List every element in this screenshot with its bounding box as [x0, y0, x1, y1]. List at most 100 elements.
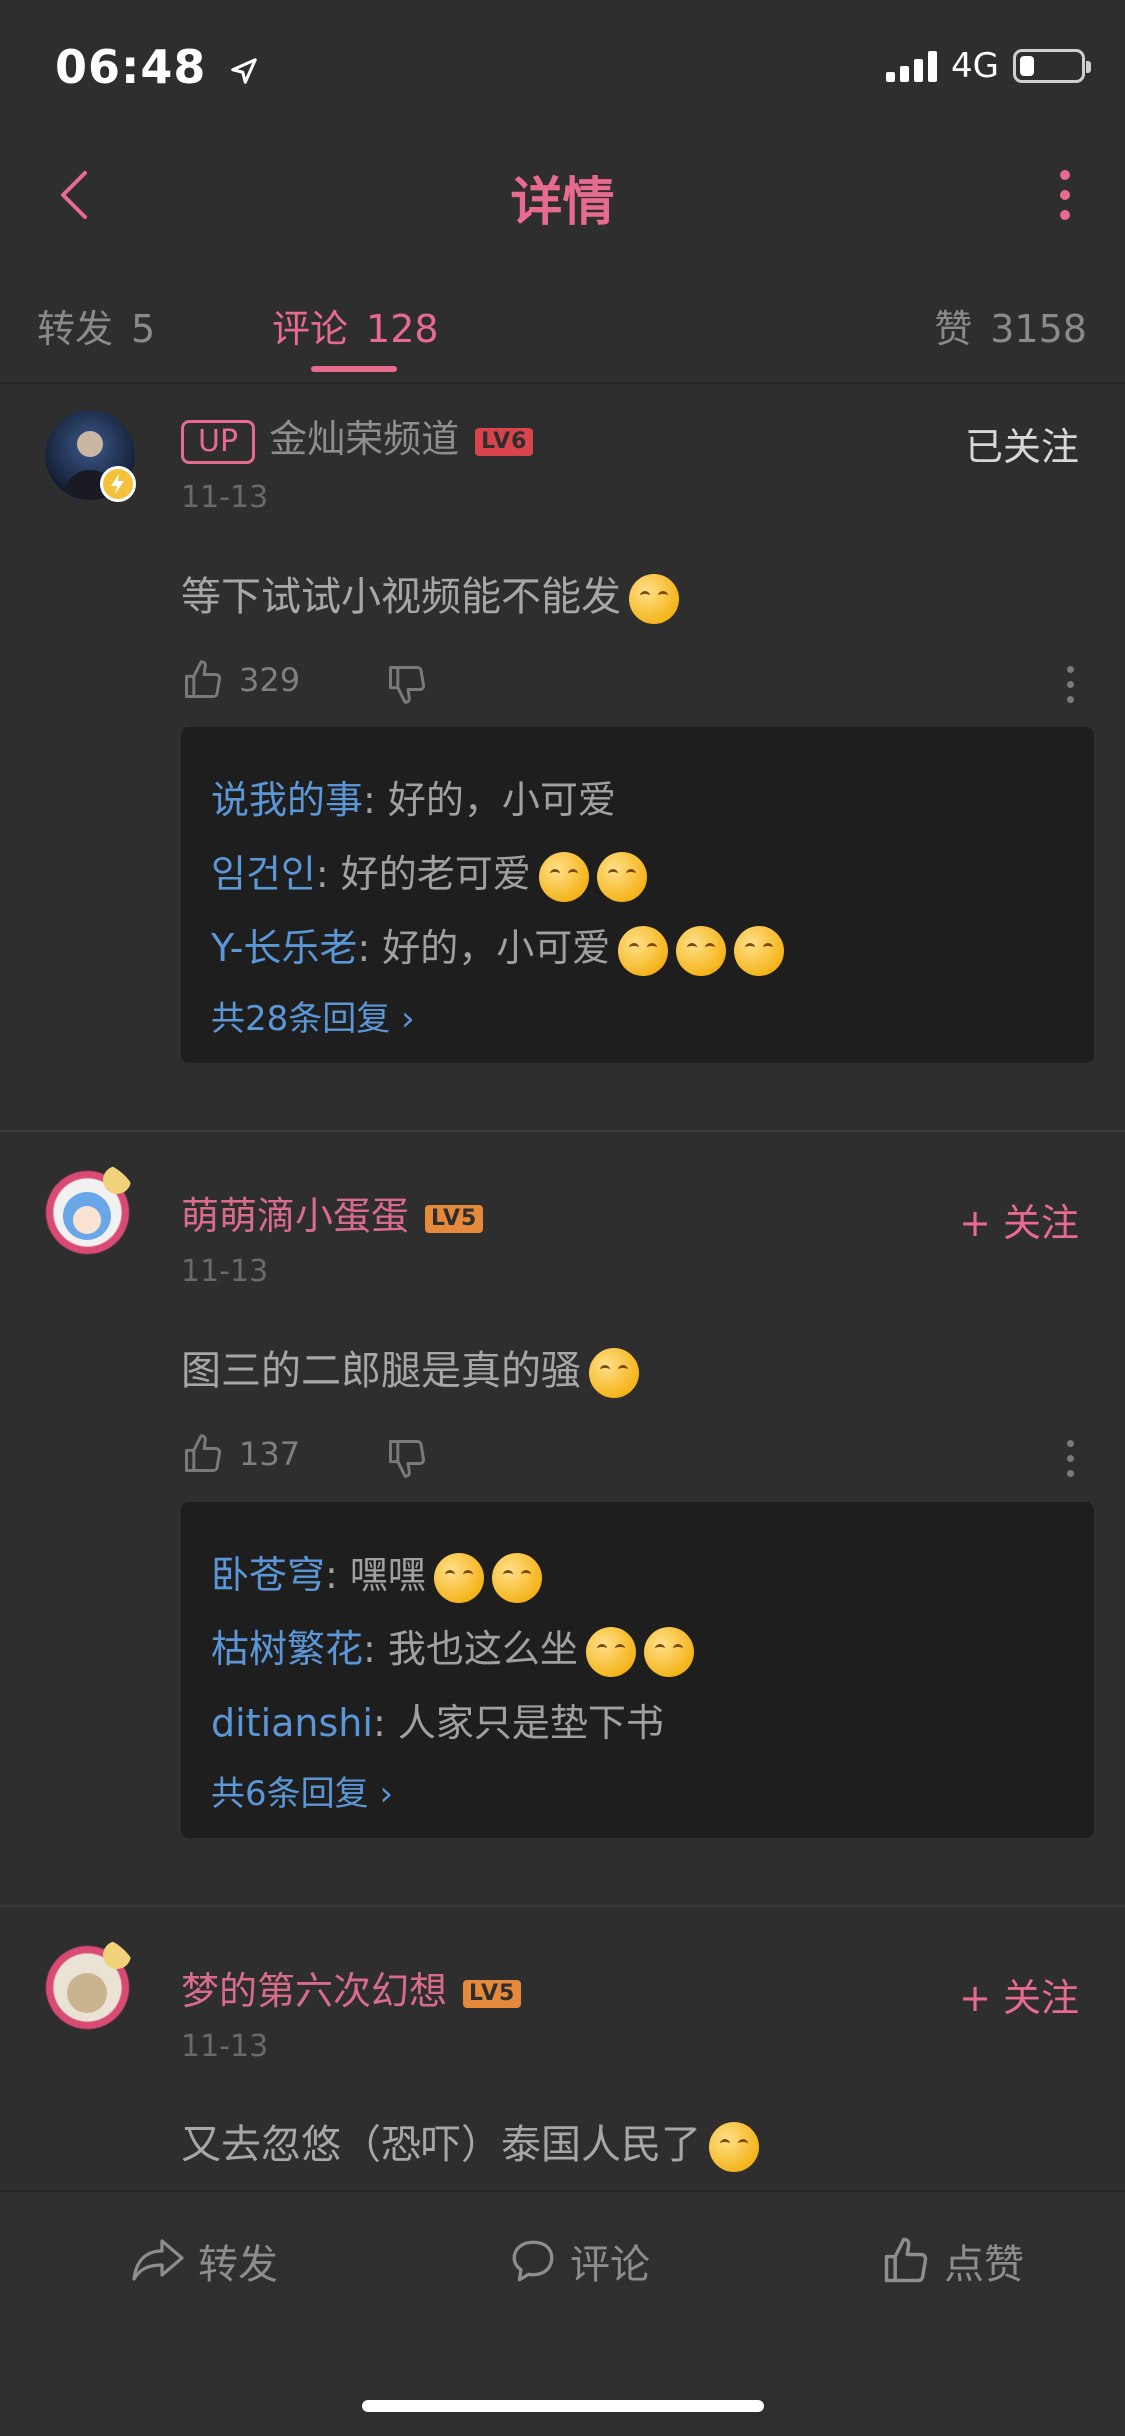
tab-repost[interactable]: 转发 5: [37, 298, 155, 353]
reply-item: Y-长乐老: 好的，小可爱: [211, 917, 785, 976]
verified-badge-icon: [100, 466, 136, 502]
emoji-icon: [433, 1552, 484, 1603]
tab-comment-label: 评论: [272, 307, 349, 351]
reply-text: : 嘿嘿: [325, 1553, 426, 1597]
reply-text: : 我也这么坐: [363, 1627, 578, 1671]
battery-icon: [1013, 49, 1091, 83]
reply-box[interactable]: 说我的事: 好的，小可爱 임건인: 好的老可爱 Y-长乐老: 好的，小可爱 共2…: [181, 727, 1094, 1063]
reply-box[interactable]: 卧苍穹: 嘿嘿 枯树繁花: 我也这么坐 ditianshi: 人家只是垫下书 共…: [181, 1502, 1094, 1838]
dislike-button[interactable]: [385, 1436, 429, 1484]
view-more-replies-link[interactable]: 共28条回复 ›: [211, 991, 415, 1040]
tab-repost-label: 转发: [37, 307, 114, 351]
anime-avatar-icon: [67, 1941, 131, 2013]
location-arrow-icon: [231, 57, 258, 84]
reply-item: 枯树繁花: 我也这么坐: [211, 1618, 694, 1677]
like-post-button[interactable]: 点赞: [880, 2232, 1024, 2290]
repost-label: 转发: [198, 2242, 278, 2288]
tab-likes-label: 赞: [934, 307, 973, 351]
like-button[interactable]: 137: [181, 1432, 300, 1476]
page-title: 详情: [510, 173, 615, 233]
comment-button[interactable]: 评论: [508, 2232, 650, 2290]
tab-likes[interactable]: 赞 3158: [934, 298, 1087, 353]
reply-item: 说我的事: 好的，小可爱: [211, 769, 616, 824]
comment-label: 评论: [570, 2242, 650, 2288]
like-count: 137: [239, 1435, 301, 1473]
comment-separator: [0, 1130, 1125, 1132]
author-name: 金灿荣频道: [269, 417, 460, 461]
status-time: 06:48: [55, 40, 259, 94]
reply-text: : 好的老可爱: [315, 852, 531, 896]
emoji-icon: [585, 1626, 636, 1677]
level-badge: LV5: [463, 1979, 522, 2008]
emoji-icon: [596, 851, 647, 902]
reply-user[interactable]: 说我的事: [211, 778, 363, 822]
tab-likes-count: 3158: [990, 307, 1087, 351]
reply-user[interactable]: Y-长乐老: [211, 926, 357, 970]
emoji-icon: [629, 574, 679, 624]
network-type: 4G: [951, 46, 999, 86]
followed-button[interactable]: 已关注: [965, 416, 1079, 471]
anime-avatar-icon: [63, 1166, 131, 1240]
comment-options-button[interactable]: [1067, 1440, 1074, 1477]
tab-active-indicator: [311, 366, 397, 372]
emoji-icon: [676, 925, 727, 976]
comment-date: 11-13: [181, 480, 269, 515]
comment-text-body: 又去忽悠（恐吓）泰国人民了: [181, 2122, 701, 2168]
like-label: 点赞: [944, 2242, 1024, 2288]
tab-comment-count: 128: [366, 307, 439, 351]
thumbs-up-icon: [185, 660, 221, 698]
comment-date: 11-13: [181, 1254, 269, 1289]
follow-button[interactable]: + 关注: [959, 1967, 1079, 2022]
emoji-icon: [618, 925, 669, 976]
avatar[interactable]: [35, 1935, 140, 2040]
avatar[interactable]: [35, 1160, 140, 1265]
emoji-icon: [589, 1348, 639, 1398]
comment-author[interactable]: UP 金灿荣频道 LV6: [181, 408, 534, 464]
home-indicator[interactable]: [362, 2400, 764, 2412]
emoji-icon: [709, 2122, 759, 2172]
up-badge: UP: [181, 419, 256, 464]
comment-text: 图三的二郎腿是真的骚: [181, 1338, 639, 1398]
comment-text: 等下试试小视频能不能发: [181, 564, 679, 624]
repost-button[interactable]: 转发: [130, 2232, 278, 2290]
comment-author[interactable]: 萌萌滴小蛋蛋 LV5: [181, 1185, 484, 1240]
reply-user[interactable]: 枯树繁花: [211, 1627, 363, 1671]
tab-repost-count: 5: [131, 307, 156, 351]
reply-item: ditianshi: 人家只是垫下书: [211, 1692, 664, 1747]
comment-options-button[interactable]: [1067, 666, 1074, 703]
like-count: 329: [239, 661, 301, 699]
share-arrow-icon: [132, 2239, 184, 2281]
header-divider: [0, 382, 1125, 384]
reply-text: : 人家只是垫下书: [372, 1701, 664, 1745]
view-more-replies-link[interactable]: 共6条回复 ›: [211, 1766, 393, 1815]
thumbs-up-icon: [185, 1434, 221, 1472]
author-name: 梦的第六次幻想: [181, 1969, 448, 2013]
reply-user[interactable]: 임건인: [211, 852, 316, 896]
like-button[interactable]: 329: [181, 658, 300, 702]
author-name: 萌萌滴小蛋蛋: [181, 1194, 410, 1238]
status-indicators: 4G: [886, 46, 1091, 86]
emoji-icon: [734, 925, 785, 976]
comment-author[interactable]: 梦的第六次幻想 LV5: [181, 1960, 522, 2015]
comment-text: 又去忽悠（恐吓）泰国人民了: [181, 2112, 759, 2172]
reply-text: : 好的，小可爱: [357, 926, 611, 970]
more-menu-button[interactable]: [1060, 170, 1070, 220]
thumbs-up-icon: [884, 2237, 928, 2283]
emoji-icon: [491, 1552, 542, 1603]
thumbs-down-icon: [389, 666, 425, 704]
emoji-icon: [643, 1626, 694, 1677]
reply-item: 卧苍穹: 嘿嘿: [211, 1544, 542, 1603]
level-badge: LV6: [475, 427, 534, 456]
follow-button[interactable]: + 关注: [959, 1192, 1079, 1247]
tab-comment[interactable]: 评论 128: [272, 298, 439, 353]
thumbs-down-icon: [389, 1440, 425, 1478]
emoji-icon: [538, 851, 589, 902]
reply-user[interactable]: 卧苍穹: [211, 1553, 325, 1597]
comment-separator: [0, 1905, 1125, 1907]
reply-text: : 好的，小可爱: [363, 778, 616, 822]
reply-user[interactable]: ditianshi: [211, 1701, 373, 1745]
comment-date: 11-13: [181, 2029, 269, 2064]
dislike-button[interactable]: [385, 662, 429, 710]
signal-icon: [886, 50, 938, 82]
comment-text-body: 图三的二郎腿是真的骚: [181, 1348, 581, 1394]
